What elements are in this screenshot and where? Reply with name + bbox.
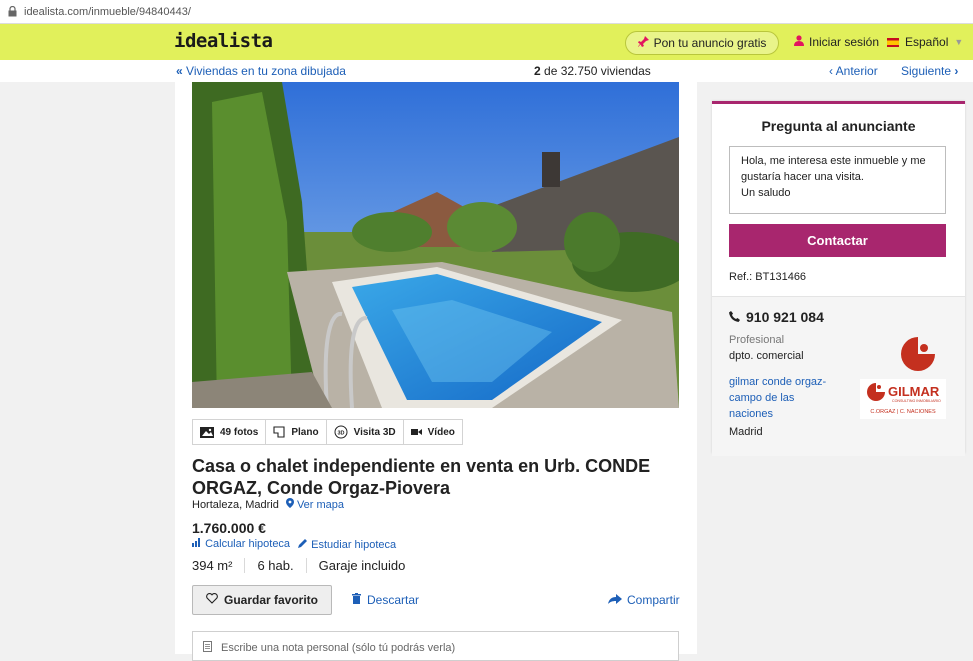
listing-reference: Ref.: BT131466: [729, 271, 807, 283]
double-chevron-left-icon: «: [176, 64, 183, 78]
floor-plan-icon: [273, 426, 285, 438]
calculate-mortgage-label: Calcular hipoteca: [205, 538, 291, 550]
address-bar[interactable]: idealista.com/inmueble/94840443/: [0, 0, 973, 24]
share-link[interactable]: Compartir: [608, 593, 680, 607]
publish-ad-button[interactable]: Pon tu anuncio gratis: [625, 31, 779, 55]
lock-icon: [8, 6, 18, 17]
listing-price: 1.760.000 €: [192, 520, 266, 536]
trash-icon: [352, 593, 361, 607]
idealista-logo[interactable]: idealista: [174, 30, 273, 52]
chevron-right-icon: ›: [954, 64, 959, 78]
user-icon: [794, 35, 804, 49]
listing-main: 49 fotos Plano 3D Visita 3D Vídeo Casa o…: [175, 82, 697, 661]
map-pin-icon: [285, 498, 294, 511]
video-camera-icon: [410, 428, 422, 436]
login-label: Iniciar sesión: [809, 35, 880, 49]
counter-current: 2: [534, 64, 541, 78]
gilmar-logo-offices: C.ORGAZ | C. NACIONES: [870, 409, 936, 415]
pool-photo-image: [192, 82, 679, 408]
contact-title: Pregunta al anunciante: [761, 118, 916, 134]
site-header: idealista Pon tu anuncio gratis Iniciar …: [0, 24, 973, 60]
contact-button[interactable]: Contactar: [729, 224, 946, 257]
mortgage-links: Calcular hipoteca Estudiar hipoteca: [192, 538, 396, 551]
tour-label: Visita 3D: [353, 426, 396, 438]
listing-location: Hortaleza, Madrid Ver mapa: [192, 498, 344, 511]
language-selector[interactable]: Español ▼: [887, 35, 963, 49]
photos-label: 49 fotos: [220, 426, 259, 438]
image-icon: [200, 426, 214, 438]
save-favorite-button[interactable]: Guardar favorito: [192, 585, 332, 615]
view-map-label: Ver mapa: [296, 499, 345, 511]
bar-chart-icon: [192, 538, 202, 550]
url-text: idealista.com/inmueble/94840443/: [24, 5, 191, 18]
discard-link[interactable]: Descartar: [352, 593, 419, 607]
counter-total: de 32.750 viviendas: [540, 64, 651, 78]
contact-panel: Pregunta al anunciante Hola, me interesa…: [712, 101, 965, 456]
agency-link[interactable]: gilmar conde orgaz-campo de las naciones: [729, 374, 839, 422]
pin-icon: [637, 36, 649, 50]
feature-area: 394 m²: [192, 558, 246, 573]
study-mortgage-label: Estudiar hipoteca: [311, 539, 397, 551]
chevron-down-icon: ▼: [954, 37, 964, 47]
share-label: Compartir: [627, 593, 680, 607]
3d-icon: 3D: [334, 425, 348, 439]
phone-text: 910 921 084: [746, 309, 824, 325]
back-to-results-link[interactable]: « Viviendas en tu zona dibujada: [176, 64, 346, 78]
tab-plan[interactable]: Plano: [266, 420, 327, 444]
video-label: Vídeo: [427, 426, 455, 438]
gilmar-logo-text: GILMAR: [888, 384, 940, 399]
calculate-mortgage-link[interactable]: Calcular hipoteca: [192, 538, 290, 551]
heart-icon: [206, 593, 218, 607]
phone-number[interactable]: 910 921 084: [729, 309, 824, 325]
note-placeholder: Escribe una nota personal (sólo tú podrá…: [221, 642, 456, 654]
listing-title: Casa o chalet independiente en venta en …: [192, 456, 651, 498]
next-link[interactable]: Siguiente ›: [901, 64, 958, 78]
tab-photos[interactable]: 49 fotos: [193, 420, 267, 444]
gilmar-logo-subtitle: CONSULTING INMOBILIARIO: [892, 399, 941, 403]
results-counter: 2 de 32.750 viviendas: [534, 64, 651, 78]
advertiser-department: dpto. comercial: [729, 350, 804, 362]
language-label: Español: [905, 35, 949, 49]
share-arrow-icon: [608, 593, 622, 607]
publish-ad-label: Pon tu anuncio gratis: [653, 36, 767, 50]
plan-label: Plano: [291, 426, 319, 438]
chevron-left-icon: ‹: [829, 64, 833, 78]
spain-flag-icon: [887, 37, 899, 47]
gilmar-logo[interactable]: GILMAR CONSULTING INMOBILIARIO C.ORGAZ |…: [858, 335, 948, 419]
listing-features: 394 m² 6 hab. Garaje incluido: [192, 558, 417, 573]
note-icon: [203, 641, 212, 655]
listing-photo[interactable]: [192, 82, 679, 408]
advertiser-type: Profesional: [729, 334, 785, 346]
view-map-link[interactable]: Ver mapa: [285, 498, 345, 511]
svg-text:3D: 3D: [337, 431, 344, 437]
tab-video[interactable]: Vídeo: [404, 420, 462, 444]
personal-note-input[interactable]: Escribe una nota personal (sólo tú podrá…: [192, 631, 679, 661]
back-label: Viviendas en tu zona dibujada: [186, 64, 346, 78]
login-link[interactable]: Iniciar sesión: [794, 35, 879, 49]
contact-form: Pregunta al anunciante Hola, me interesa…: [712, 104, 965, 296]
study-mortgage-link[interactable]: Estudiar hipoteca: [298, 538, 396, 551]
previous-label: Anterior: [835, 64, 878, 78]
agency-city: Madrid: [729, 426, 763, 438]
save-favorite-label: Guardar favorito: [223, 593, 319, 607]
previous-link[interactable]: ‹ Anterior: [829, 64, 878, 78]
pencil-icon: [298, 539, 308, 551]
feature-rooms: 6 hab.: [245, 558, 307, 573]
next-label: Siguiente: [901, 64, 952, 78]
phone-icon: [729, 309, 740, 325]
message-textarea[interactable]: Hola, me interesa este inmueble y me gus…: [729, 146, 946, 214]
tab-3d-tour[interactable]: 3D Visita 3D: [327, 420, 404, 444]
listing-nav: « Viviendas en tu zona dibujada 2 de 32.…: [0, 60, 973, 82]
feature-garage: Garaje incluido: [318, 558, 406, 573]
location-text: Hortaleza, Madrid: [192, 499, 279, 511]
advertiser-info: 910 921 084 Profesional dpto. comercial …: [712, 296, 965, 456]
media-tabs: 49 fotos Plano 3D Visita 3D Vídeo: [192, 419, 463, 445]
discard-label: Descartar: [367, 593, 420, 607]
